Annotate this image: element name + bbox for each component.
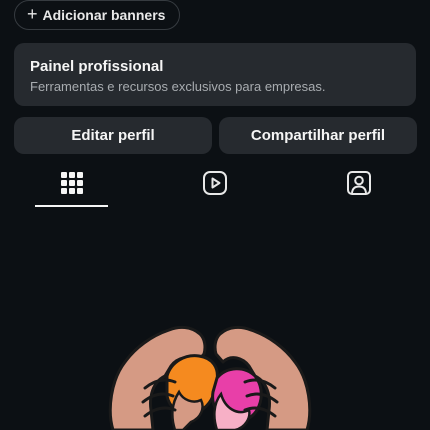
add-banners-label: Adicionar banners <box>42 7 166 23</box>
tagged-user-icon <box>347 171 371 195</box>
tab-tagged[interactable] <box>314 165 404 201</box>
professional-dashboard-title: Painel profissional <box>30 58 164 75</box>
selected-tab-indicator <box>35 205 108 207</box>
plus-icon: + <box>27 4 38 24</box>
tab-posts-grid[interactable] <box>27 165 117 201</box>
profile-screen: + Adicionar banners Painel profissional … <box>0 0 430 430</box>
edit-profile-button[interactable]: Editar perfil <box>14 117 212 154</box>
grid-icon <box>61 172 83 194</box>
heart-hands-illustration <box>108 325 312 430</box>
tab-reels[interactable] <box>170 165 260 201</box>
share-profile-button[interactable]: Compartilhar perfil <box>219 117 417 154</box>
add-banners-button[interactable]: + Adicionar banners <box>14 0 180 30</box>
professional-dashboard-subtitle: Ferramentas e recursos exclusivos para e… <box>30 79 326 94</box>
professional-dashboard-card[interactable]: Painel profissional Ferramentas e recurs… <box>14 43 416 106</box>
reels-icon <box>203 171 227 195</box>
